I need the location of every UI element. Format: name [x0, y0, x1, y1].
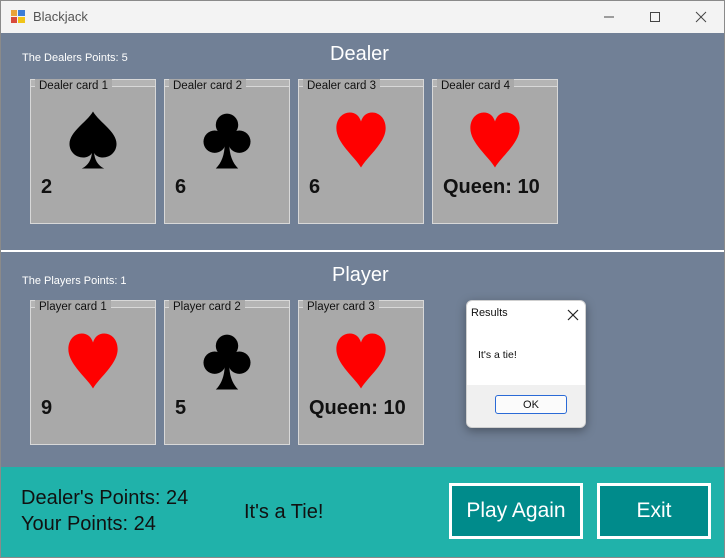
heart-icon [68, 333, 118, 389]
close-icon [695, 11, 707, 23]
dealer-points-total: Dealer's Points: 24 [21, 487, 189, 509]
club-icon [203, 113, 251, 169]
spade-icon [69, 111, 117, 169]
player-card-2: Player card 2 5 [164, 300, 290, 445]
dealer-heading: Dealer [330, 43, 389, 65]
card-value: 6 [309, 176, 321, 198]
player-card-1: Player card 1 9 [30, 300, 156, 445]
exit-button[interactable]: Exit [597, 483, 711, 539]
dialog-message: It's a tie! [478, 349, 517, 361]
card-value: Queen: 10 [309, 397, 406, 419]
card-title: Dealer card 3 [303, 79, 381, 93]
dealer-card-1: Dealer card 1 2 [30, 79, 156, 224]
card-title: Player card 2 [169, 300, 245, 314]
play-again-button[interactable]: Play Again [449, 483, 583, 539]
card-value: 2 [41, 176, 53, 198]
dialog-button-bar: OK [467, 385, 585, 427]
card-value: Queen: 10 [443, 176, 540, 198]
player-points-label: The Players Points: 1 [22, 275, 127, 287]
heart-icon [336, 112, 386, 168]
dealer-points-label: The Dealers Points: 5 [22, 52, 128, 64]
title-bar[interactable]: Blackjack [1, 1, 724, 33]
maximize-icon [650, 12, 660, 22]
maximize-button[interactable] [632, 1, 678, 33]
club-icon [203, 334, 251, 390]
minimize-button[interactable] [586, 1, 632, 33]
results-dialog: Results It's a tie! OK [466, 300, 586, 428]
blackjack-window: Blackjack The Dealers Points: 5 Dealer D… [0, 0, 725, 558]
section-divider [1, 250, 724, 252]
dealer-card-4: Dealer card 4 Queen: 10 [432, 79, 558, 224]
heart-icon [470, 112, 520, 168]
app-icon [11, 10, 25, 23]
close-icon [567, 309, 579, 321]
card-value: 6 [175, 176, 187, 198]
close-button[interactable] [678, 1, 724, 33]
dealer-card-2: Dealer card 2 6 [164, 79, 290, 224]
player-card-3: Player card 3 Queen: 10 [298, 300, 424, 445]
minimize-icon [604, 16, 614, 18]
dialog-close-button[interactable] [567, 304, 579, 324]
card-value: 5 [175, 397, 187, 419]
window-title: Blackjack [33, 9, 88, 24]
footer-panel: Dealer's Points: 24 Your Points: 24 It's… [1, 467, 724, 557]
game-table: The Dealers Points: 5 Dealer Dealer card… [1, 33, 724, 557]
dealer-card-3: Dealer card 3 6 [298, 79, 424, 224]
player-heading: Player [332, 264, 389, 286]
heart-icon [336, 333, 386, 389]
game-result: It's a Tie! [244, 501, 324, 523]
card-title: Player card 1 [35, 300, 111, 314]
dialog-title: Results [471, 307, 508, 319]
card-title: Dealer card 4 [437, 79, 515, 93]
ok-button[interactable]: OK [495, 395, 567, 414]
card-title: Dealer card 1 [35, 79, 113, 93]
your-points-total: Your Points: 24 [21, 513, 156, 535]
card-title: Player card 3 [303, 300, 379, 314]
card-value: 9 [41, 397, 53, 419]
card-title: Dealer card 2 [169, 79, 247, 93]
